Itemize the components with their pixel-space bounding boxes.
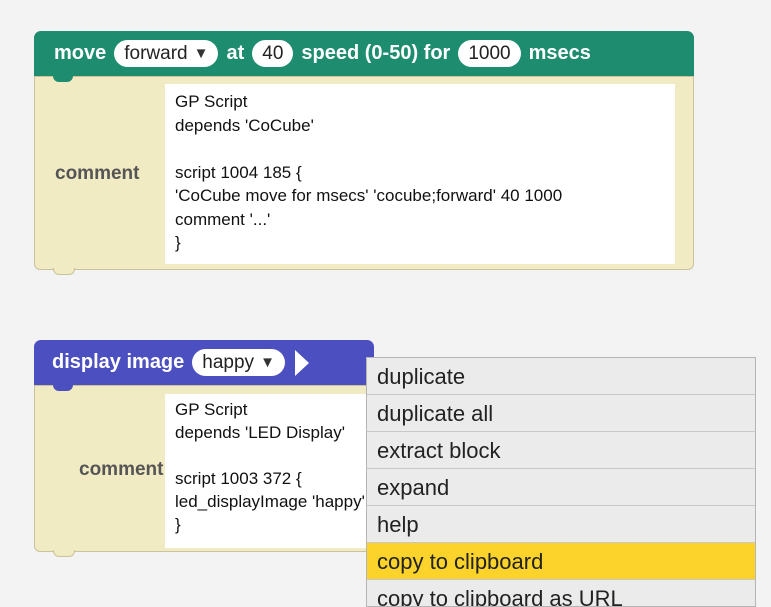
comment-label: comment [79, 459, 164, 480]
menu-item-expand[interactable]: expand [367, 469, 755, 506]
direction-dropdown[interactable]: forward ▼ [114, 40, 219, 67]
comment-text[interactable]: GP Script depends 'LED Display' script 1… [165, 394, 375, 548]
comment-text[interactable]: GP Script depends 'CoCube' script 1004 1… [165, 84, 675, 264]
display-image-label: display image [52, 351, 185, 373]
block-notch-bottom [53, 550, 75, 557]
menu-item-duplicate-all[interactable]: duplicate all [367, 395, 755, 432]
dropdown-arrow-icon: ▼ [260, 354, 275, 371]
image-dropdown[interactable]: happy ▼ [192, 349, 285, 376]
speed-input[interactable]: 40 [252, 40, 294, 67]
speed-label: speed (0-50) for [301, 42, 451, 64]
block-notch [53, 385, 73, 391]
direction-value: forward [124, 43, 188, 64]
menu-item-help[interactable]: help [367, 506, 755, 543]
move-block-header[interactable]: move forward ▼ at 40 speed (0-50) for 10… [34, 31, 694, 76]
comment-block[interactable]: comment GP Script depends 'LED Display' … [34, 385, 375, 557]
comment-block[interactable]: comment GP Script depends 'CoCube' scrip… [34, 76, 694, 275]
expand-arrow-icon[interactable] [294, 349, 309, 376]
menu-item-copy-to-clipboard[interactable]: copy to clipboard [367, 543, 755, 580]
image-value: happy [202, 352, 255, 373]
move-label: move [54, 42, 107, 64]
dropdown-arrow-icon: ▼ [193, 45, 209, 62]
context-menu: duplicate duplicate all extract block ex… [366, 357, 756, 607]
block-notch-bottom [53, 268, 75, 275]
block-notch [53, 76, 73, 82]
display-image-block-header[interactable]: display image happy ▼ [34, 340, 374, 385]
comment-label: comment [55, 163, 140, 184]
menu-item-duplicate[interactable]: duplicate [367, 358, 755, 395]
msecs-label: msecs [528, 42, 591, 64]
msecs-input[interactable]: 1000 [458, 40, 521, 67]
at-label: at [226, 42, 245, 64]
menu-item-extract-block[interactable]: extract block [367, 432, 755, 469]
